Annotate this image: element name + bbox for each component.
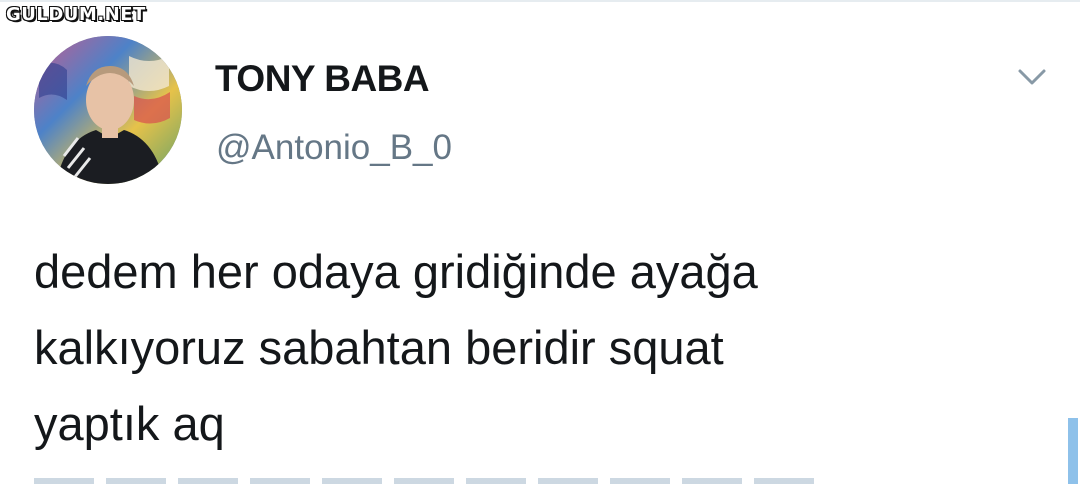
chevron-down-icon <box>1018 69 1046 85</box>
avatar[interactable] <box>34 36 182 184</box>
watermark-logo: GULDUM.NET <box>6 4 146 25</box>
tweet-text: dedem her odaya gridiğinde ayağa kalkıyo… <box>34 234 1034 462</box>
cropped-metadata-line <box>34 478 814 484</box>
tweet-menu-button[interactable] <box>1012 62 1052 92</box>
user-handle[interactable]: @Antonio_B_0 <box>216 128 452 168</box>
avatar-image <box>34 36 182 184</box>
top-divider <box>0 0 1080 2</box>
tweet-text-line: kalkıyoruz sabahtan beridir squat <box>34 321 724 374</box>
tweet-text-line: dedem her odaya gridiğinde ayağa <box>34 245 758 298</box>
scrollbar[interactable] <box>1068 418 1078 484</box>
tweet-text-line: yaptık aq <box>34 397 225 450</box>
display-name[interactable]: TONY BABA <box>215 58 430 100</box>
